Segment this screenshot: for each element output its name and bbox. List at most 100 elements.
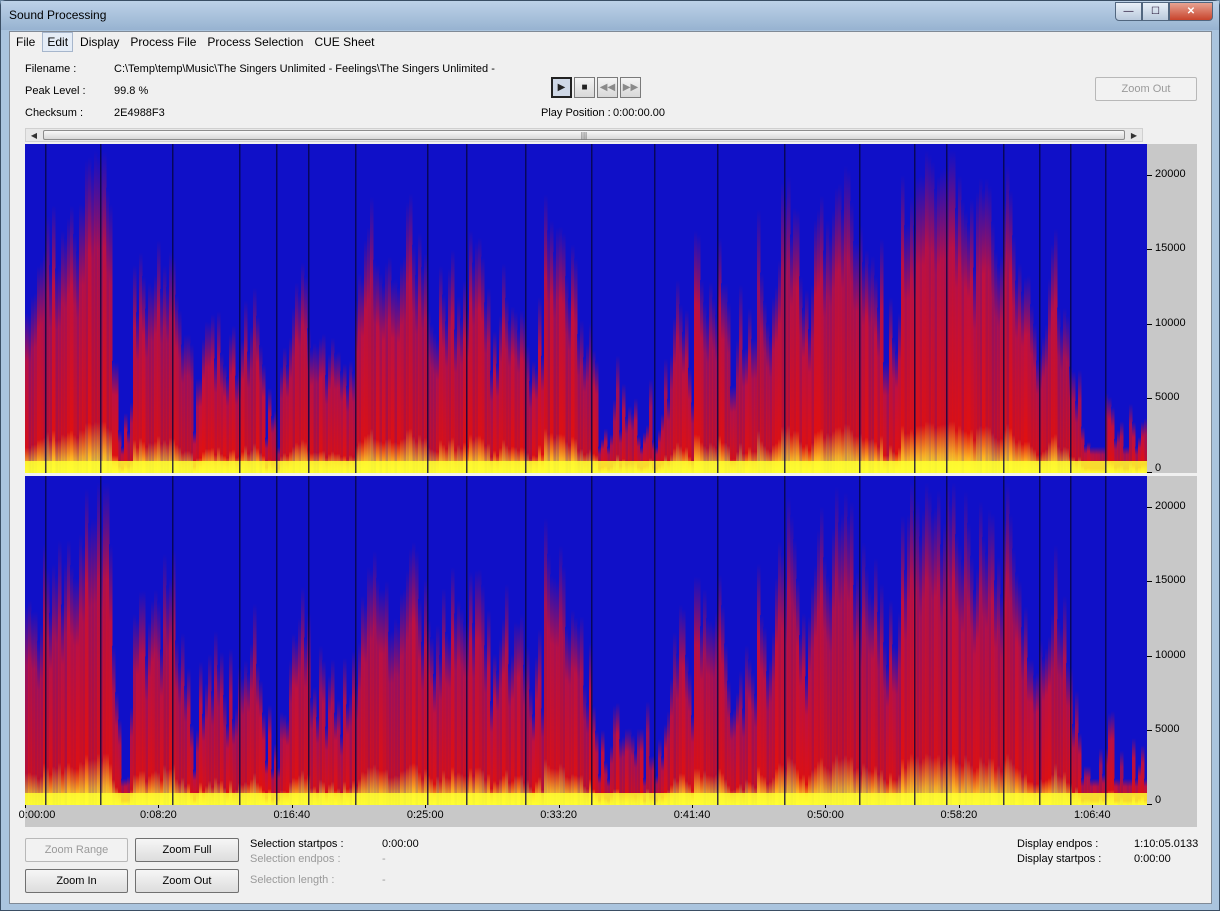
spectrum-column [415, 550, 419, 805]
spectrum-column [673, 631, 677, 805]
spectrum-column [490, 370, 494, 473]
spectrum-column [871, 597, 875, 805]
track-break-line [717, 476, 719, 805]
spectrogram-left-channel[interactable] [25, 144, 1147, 473]
spectrum-column [136, 312, 140, 473]
spectrum-column [403, 588, 407, 805]
menu-file[interactable]: File [12, 33, 39, 51]
rewind-icon[interactable]: ◀◀ [597, 77, 618, 98]
spectrum-column [835, 187, 839, 473]
spectrum-column [388, 256, 392, 473]
zoom-out-top-button[interactable]: Zoom Out [1095, 77, 1197, 101]
spectrum-column [1006, 163, 1010, 473]
y-tick-label: 20000 [1155, 499, 1186, 512]
maximize-button[interactable]: ☐ [1142, 2, 1169, 21]
menu-cue-sheet[interactable]: CUE Sheet [310, 33, 378, 51]
spectrum-column [724, 282, 728, 473]
spectrum-column [985, 552, 989, 805]
spectrum-column [973, 590, 977, 805]
spectrogram-right-channel[interactable] [25, 476, 1147, 805]
spectrum-column [688, 367, 692, 473]
spectrum-column [478, 237, 482, 473]
spectrum-column [337, 699, 341, 805]
spectrum-column [493, 330, 497, 473]
y-tick-label: 5000 [1155, 723, 1180, 736]
spectrum-column [520, 310, 524, 473]
spectrum-column [616, 702, 620, 805]
spectrum-column [235, 375, 239, 473]
spectrum-column [955, 534, 959, 805]
x-tick-mark [825, 805, 827, 808]
track-break-line [466, 476, 468, 805]
spectrum-column [757, 563, 761, 805]
zoom-out-button[interactable]: Zoom Out [135, 869, 239, 893]
fast-forward-icon[interactable]: ▶▶ [620, 77, 641, 98]
spectrum-column [103, 482, 107, 805]
spectrum-column [85, 488, 89, 805]
spectrum-column [820, 506, 824, 805]
scroll-left-icon[interactable]: ◀ [26, 129, 42, 141]
spectrum-column [499, 638, 503, 805]
spectrum-column [1045, 647, 1049, 805]
spectrum-column [163, 553, 167, 805]
scroll-right-icon[interactable]: ▶ [1126, 129, 1142, 141]
spectrum-column [70, 205, 74, 473]
spectrum-column [376, 263, 380, 473]
spectrum-column [166, 585, 170, 805]
spectrum-column [529, 689, 533, 805]
spectrum-column [1051, 244, 1055, 473]
close-button[interactable]: ✕ [1169, 2, 1213, 21]
spectrum-column [454, 329, 458, 473]
spectrum-column [343, 657, 347, 805]
spectrum-column [160, 288, 164, 473]
spectrum-column [502, 618, 506, 805]
spectrum-column [286, 365, 290, 473]
scroll-thumb[interactable]: ||| [43, 130, 1125, 140]
spectrum-column [550, 220, 554, 473]
spectrum-column [874, 275, 878, 473]
spectrum-column [667, 711, 671, 805]
spectrum-column [346, 704, 350, 805]
spectrum-column [448, 268, 452, 473]
spectrum-column [382, 284, 386, 473]
track-break-line [1070, 476, 1072, 805]
display-startpos-label: Display startpos : [1017, 853, 1102, 865]
spectrum-column [676, 280, 680, 473]
stop-icon[interactable]: ■ [574, 77, 595, 98]
menu-edit[interactable]: Edit [42, 32, 74, 52]
spectrum-column [415, 274, 419, 473]
spectrum-column [487, 287, 491, 473]
spectrum-column [328, 354, 332, 473]
spectrum-column [280, 711, 284, 805]
track-break-line [946, 144, 948, 473]
spectrum-column [922, 510, 926, 805]
spectrum-column [385, 262, 389, 473]
peak-level-label: Peak Level : [25, 85, 86, 97]
spectrum-column [988, 185, 992, 473]
spectrum-column [736, 339, 740, 473]
spectrum-column [1021, 291, 1025, 473]
zoom-full-button[interactable]: Zoom Full [135, 838, 239, 862]
spectrum-column [583, 357, 587, 473]
spectrum-column [256, 315, 260, 473]
zoom-in-button[interactable]: Zoom In [25, 869, 128, 893]
spectrum-column [694, 230, 698, 473]
spectrum-column [508, 321, 512, 473]
spectrum-column [67, 218, 71, 473]
menu-process-selection[interactable]: Process Selection [203, 33, 307, 51]
spectrum-column [25, 312, 29, 473]
title-bar[interactable]: Sound Processing — ☐ ✕ [1, 1, 1219, 30]
spectrum-column [712, 297, 716, 473]
spectrum-column [949, 150, 953, 473]
play-icon[interactable]: ▶ [551, 77, 572, 98]
track-break-line [784, 144, 786, 473]
spectrum-column [700, 280, 704, 473]
horizontal-scrollbar[interactable]: ◀ ||| ▶ [25, 128, 1143, 142]
spectrum-column [817, 529, 821, 805]
minimize-button[interactable]: — [1115, 2, 1142, 21]
track-break-line [717, 144, 719, 473]
zoom-range-button[interactable]: Zoom Range [25, 838, 128, 862]
spectrum-column [706, 315, 710, 473]
menu-process-file[interactable]: Process File [126, 33, 200, 51]
menu-display[interactable]: Display [76, 33, 123, 51]
